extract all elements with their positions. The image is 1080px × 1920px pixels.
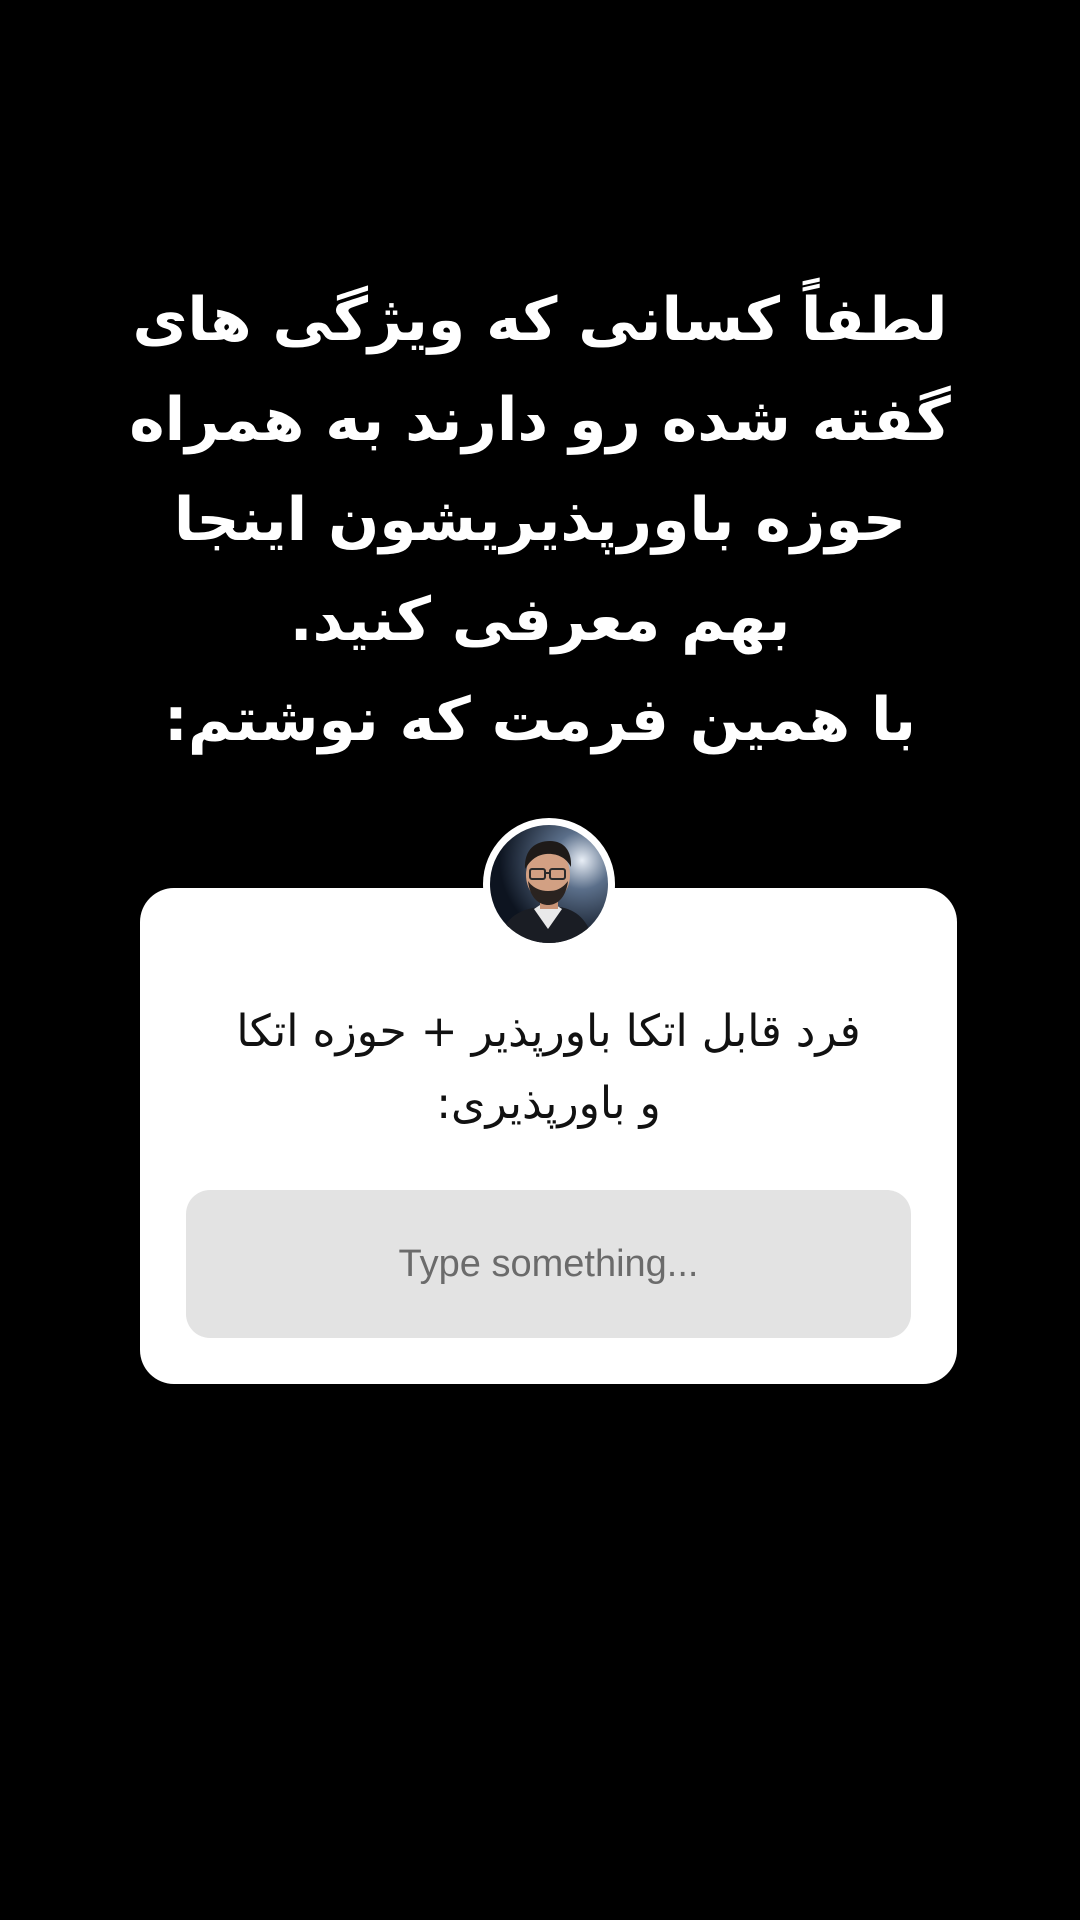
- headline-line: لطفاً کسانی که ویژگی های: [132, 285, 948, 355]
- user-photo-icon: [490, 825, 608, 943]
- headline-line: با همین فرمت که نوشتم:: [163, 685, 917, 755]
- question-text: فرد قابل اتکا باورپذیر + حوزه اتکا و باو…: [180, 996, 917, 1140]
- question-line: فرد قابل اتکا باورپذیر + حوزه اتکا: [236, 1006, 861, 1057]
- headline-line: گفته شده رو دارند به همراه: [129, 385, 951, 455]
- answer-input[interactable]: [186, 1190, 911, 1338]
- headline-line: حوزه باورپذیریشون اینجا: [173, 485, 907, 555]
- headline-line: بهم معرفی کنید.: [289, 585, 791, 655]
- question-line: و باورپذیری:: [436, 1078, 661, 1129]
- story-screen: لطفاً کسانی که ویژگی های گفته شده رو دار…: [0, 0, 1080, 1920]
- story-headline: لطفاً کسانی که ویژگی های گفته شده رو دار…: [70, 270, 1010, 770]
- question-sticker[interactable]: فرد قابل اتکا باورپذیر + حوزه اتکا و باو…: [140, 888, 957, 1384]
- avatar: [483, 818, 615, 950]
